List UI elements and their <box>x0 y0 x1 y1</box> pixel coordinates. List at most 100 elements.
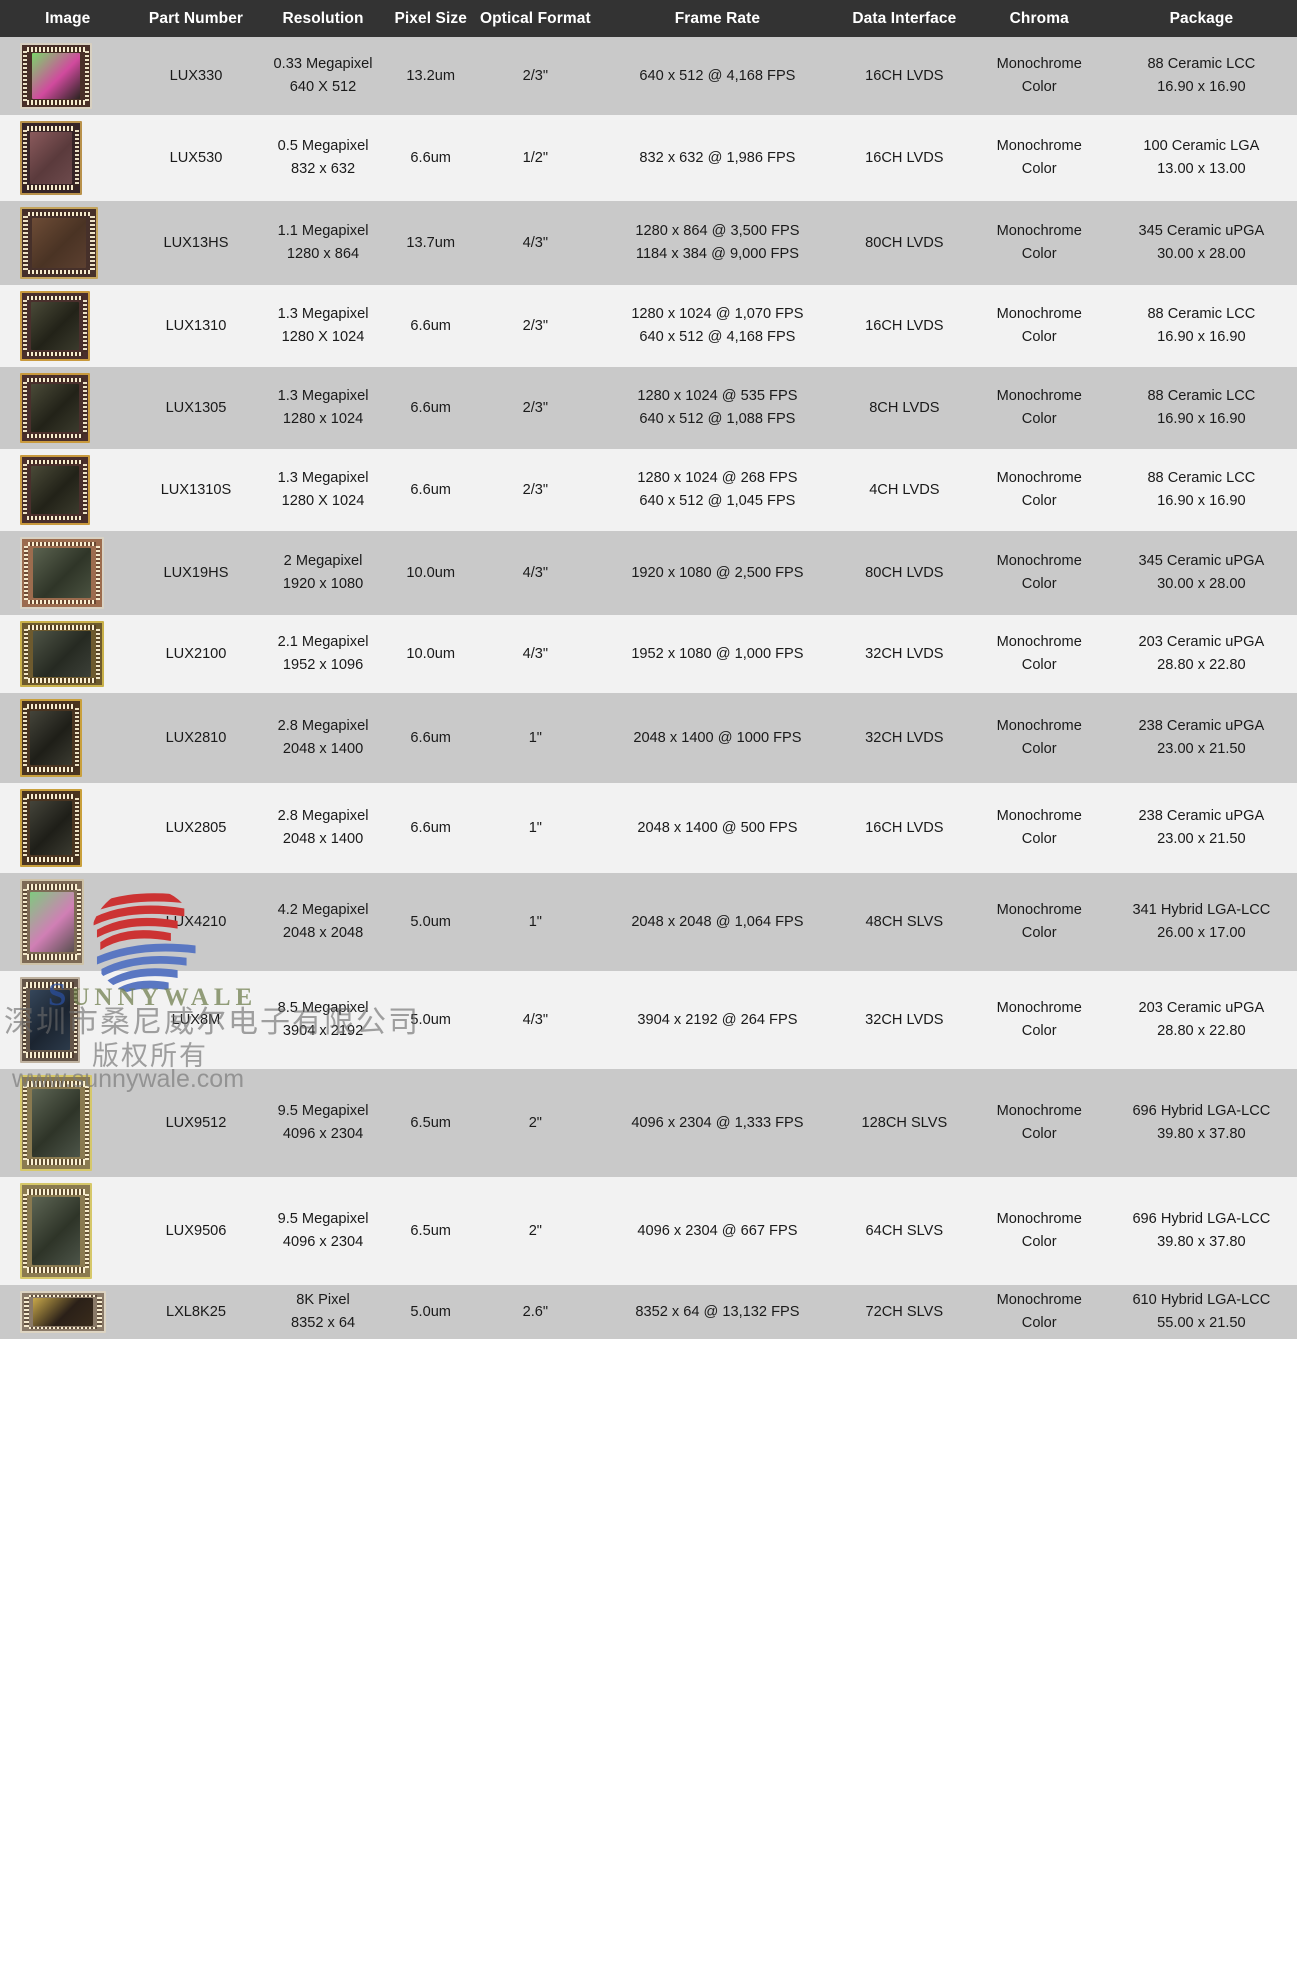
chroma-cell-line2: Color <box>1021 161 1057 177</box>
data-interface-cell: 48CH SLVS <box>835 873 973 971</box>
pixel-size-cell: 6.6um <box>389 115 472 201</box>
package-cell-line1: 88 Ceramic LCC <box>1147 306 1256 323</box>
column-header-image[interactable]: Image <box>0 0 136 37</box>
resolution-cell-line1: 0.5 Megapixel <box>277 138 369 155</box>
package-cell: 610 Hybrid LGA-LCC 55.00 x 21.50 <box>1105 1285 1297 1339</box>
table-row[interactable]: LUX19HS 2 Megapixel 1920 x 1080 10.0um 4/3" 1… <box>0 531 1297 615</box>
pixel-size-cell: 10.0um <box>389 531 472 615</box>
table-row[interactable]: LUX9512 9.5 Megapixel 4096 x 2304 6.5um 2" 40… <box>0 1069 1297 1177</box>
package-cell-line1: 203 Ceramic uPGA <box>1138 1000 1265 1017</box>
chroma-cell-line2: Color <box>1021 79 1057 95</box>
chroma-cell-line2: Color <box>1021 1315 1057 1331</box>
table-row[interactable]: LUX2100 2.1 Megapixel 1952 x 1096 10.0um 4/3… <box>0 615 1297 693</box>
column-header-resolution[interactable]: Resolution <box>256 0 390 37</box>
chroma-cell-line1: Monochrome <box>996 1211 1082 1228</box>
sensor-chip-image <box>20 699 82 777</box>
table-row[interactable]: LUX8M 8.5 Megapixel 3904 x 2192 5.0um 4/3" 39… <box>0 971 1297 1069</box>
table-row[interactable]: LUX13HS 1.1 Megapixel 1280 x 864 13.7um 4/3"… <box>0 201 1297 285</box>
resolution-cell: 8.5 Megapixel 3904 x 2192 <box>256 971 390 1069</box>
chroma-cell-line2: Color <box>1021 657 1057 673</box>
table-row[interactable]: LUX330 0.33 Megapixel 640 X 512 13.2um 2/3" 6… <box>0 37 1297 115</box>
table-row[interactable]: LUX9506 9.5 Megapixel 4096 x 2304 6.5um 2" 40… <box>0 1177 1297 1285</box>
optical-format-cell: 1" <box>471 783 599 873</box>
optical-format-cell: 2/3" <box>471 449 599 531</box>
column-header-optical-format[interactable]: Optical Format <box>471 0 599 37</box>
column-header-chroma[interactable]: Chroma <box>972 0 1106 37</box>
pixel-size-cell: 6.5um <box>389 1069 472 1177</box>
sensor-image-cell <box>0 873 136 971</box>
table-body: LUX330 0.33 Megapixel 640 X 512 13.2um 2/3" 6… <box>0 37 1297 1339</box>
package-cell: 345 Ceramic uPGA 30.00 x 28.00 <box>1105 531 1297 615</box>
column-header-package[interactable]: Package <box>1105 0 1297 37</box>
chroma-cell-line1: Monochrome <box>996 1292 1082 1309</box>
resolution-cell-line2: 1280 x 1024 <box>282 411 364 427</box>
sensor-chip-image <box>20 621 104 687</box>
table-row[interactable]: LUX2810 2.8 Megapixel 2048 x 1400 6.6um 1" 20… <box>0 693 1297 783</box>
column-header-frame-rate[interactable]: Frame Rate <box>598 0 836 37</box>
table-row[interactable]: LUX530 0.5 Megapixel 832 x 632 6.6um 1/2" 832… <box>0 115 1297 201</box>
column-header-part-number[interactable]: Part Number <box>135 0 257 37</box>
data-interface-cell: 128CH SLVS <box>835 1069 973 1177</box>
resolution-cell-line1: 2.8 Megapixel <box>277 718 369 735</box>
chroma-cell-line1: Monochrome <box>996 1103 1082 1120</box>
chroma-cell-line2: Color <box>1021 925 1057 941</box>
table-row[interactable]: LUX1310S 1.3 Megapixel 1280 X 1024 6.6um 2/3… <box>0 449 1297 531</box>
pixel-size-cell: 13.7um <box>389 201 472 285</box>
optical-format-cell: 2" <box>471 1069 599 1177</box>
chroma-cell: Monochrome Color <box>972 115 1106 201</box>
pixel-size-cell: 5.0um <box>389 1285 472 1339</box>
chroma-cell-line2: Color <box>1021 493 1057 509</box>
table-row[interactable]: LUX1305 1.3 Megapixel 1280 x 1024 6.6um 2/3"… <box>0 367 1297 449</box>
column-header-data-interface[interactable]: Data Interface <box>835 0 973 37</box>
chroma-cell-line1: Monochrome <box>996 306 1082 323</box>
package-cell-line1: 88 Ceramic LCC <box>1147 388 1256 405</box>
chroma-cell: Monochrome Color <box>972 971 1106 1069</box>
sensor-image-cell <box>0 693 136 783</box>
package-cell-line1: 203 Ceramic uPGA <box>1138 634 1265 651</box>
pixel-size-cell: 6.6um <box>389 367 472 449</box>
sensor-chip-image <box>20 879 84 965</box>
pixel-size-cell: 6.6um <box>389 693 472 783</box>
optical-format-cell: 2" <box>471 1177 599 1285</box>
table-row[interactable]: LXL8K25 8K Pixel 8352 x 64 5.0um 2.6" 8352 x … <box>0 1285 1297 1339</box>
optical-format-cell: 1/2" <box>471 115 599 201</box>
chroma-cell-line1: Monochrome <box>996 902 1082 919</box>
chroma-cell-line1: Monochrome <box>996 56 1082 73</box>
resolution-cell: 2.8 Megapixel 2048 x 1400 <box>256 693 390 783</box>
optical-format-cell: 2/3" <box>471 285 599 367</box>
table-row[interactable]: LUX1310 1.3 Megapixel 1280 X 1024 6.6um 2/3"… <box>0 285 1297 367</box>
resolution-cell-line1: 4.2 Megapixel <box>277 902 369 919</box>
data-interface-cell: 64CH SLVS <box>835 1177 973 1285</box>
package-cell-line2: 16.90 x 16.90 <box>1157 493 1246 509</box>
sensor-image-cell <box>0 615 136 693</box>
resolution-cell: 9.5 Megapixel 4096 x 2304 <box>256 1177 390 1285</box>
resolution-cell-line2: 2048 x 1400 <box>282 741 364 757</box>
spec-sheet-page: Image Part Number Resolution Pixel Size … <box>0 0 1300 1976</box>
resolution-cell: 0.5 Megapixel 832 x 632 <box>256 115 390 201</box>
chroma-cell: Monochrome Color <box>972 873 1106 971</box>
resolution-cell-line2: 1280 X 1024 <box>281 493 365 509</box>
data-interface-cell: 80CH LVDS <box>835 201 973 285</box>
resolution-cell-line2: 1280 X 1024 <box>281 329 365 345</box>
table-row[interactable]: LUX2805 2.8 Megapixel 2048 x 1400 6.6um 1" 20… <box>0 783 1297 873</box>
column-header-pixel-size[interactable]: Pixel Size <box>389 0 472 37</box>
table-row[interactable]: LUX4210 4.2 Megapixel 2048 x 2048 5.0um 1" 20… <box>0 873 1297 971</box>
sensor-chip-image <box>20 537 104 609</box>
frame-rate-cell: 4096 x 2304 @ 1,333 FPS <box>598 1069 836 1177</box>
part-number-cell: LUX1310S <box>135 449 257 531</box>
package-cell: 696 Hybrid LGA-LCC 39.80 x 37.80 <box>1105 1069 1297 1177</box>
package-cell-line2: 16.90 x 16.90 <box>1157 79 1246 95</box>
package-cell-line1: 341 Hybrid LGA-LCC <box>1132 902 1271 919</box>
chroma-cell: Monochrome Color <box>972 1285 1106 1339</box>
resolution-cell-line1: 8K Pixel <box>296 1292 350 1309</box>
frame-rate-cell: 2048 x 1400 @ 1000 FPS <box>598 693 836 783</box>
frame-rate-cell-line2: 640 x 512 @ 1,088 FPS <box>639 411 796 427</box>
chroma-cell-line2: Color <box>1021 1023 1057 1039</box>
resolution-cell-line2: 640 X 512 <box>289 79 357 95</box>
chroma-cell: Monochrome Color <box>972 201 1106 285</box>
part-number-cell: LUX13HS <box>135 201 257 285</box>
optical-format-cell: 2/3" <box>471 37 599 115</box>
resolution-cell: 2 Megapixel 1920 x 1080 <box>256 531 390 615</box>
package-cell: 203 Ceramic uPGA 28.80 x 22.80 <box>1105 971 1297 1069</box>
part-number-cell: LUX2100 <box>135 615 257 693</box>
